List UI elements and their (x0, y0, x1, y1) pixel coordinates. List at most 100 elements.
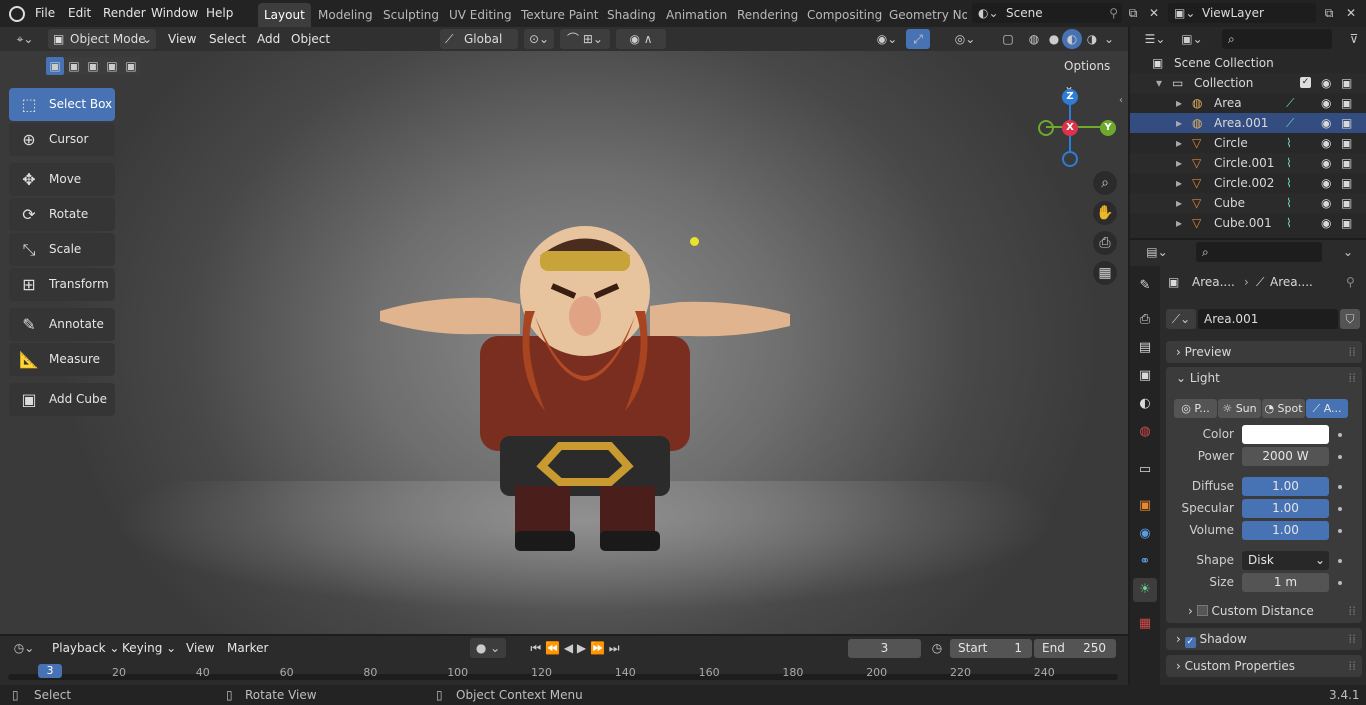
shadow-checkbox[interactable]: ✓ (1184, 637, 1196, 648)
record-icon[interactable]: ● ⌄ (470, 638, 506, 658)
start-frame-field[interactable]: Start 1 (950, 639, 1032, 658)
eye-icon[interactable]: ◉ (1321, 193, 1331, 213)
tab-sculpting[interactable]: Sculpting (377, 3, 445, 27)
tool-rotate[interactable]: ⟳ Rotate (9, 198, 115, 231)
view-layer-tab-icon[interactable]: ▣ (1133, 364, 1157, 388)
diffuse-slider[interactable]: 1.00 (1242, 477, 1329, 496)
solid-shading-icon[interactable]: ● (1044, 29, 1064, 49)
eye-icon[interactable]: ◉ (1321, 133, 1331, 153)
menu-add[interactable]: Add (251, 27, 286, 51)
menu-help[interactable]: Help (200, 0, 239, 27)
tab-compositing[interactable]: Compositing (801, 3, 888, 27)
expand-arrow-icon[interactable]: ▸ (1176, 193, 1182, 213)
object-tab-icon[interactable]: ▣ (1133, 494, 1157, 518)
camera-render-icon[interactable]: ▣ (1341, 173, 1352, 193)
tab-shading[interactable]: Shading (601, 3, 662, 27)
tool-scale[interactable]: ⤡ Scale (9, 233, 115, 266)
overlays-icon[interactable]: ◎⌄ (950, 29, 980, 49)
eye-icon[interactable]: ◉ (1321, 153, 1331, 173)
next-keyframe-icon[interactable]: ⏩ (590, 641, 605, 655)
output-tab-icon[interactable]: ▤ (1133, 336, 1157, 360)
tool-add-cube[interactable]: ▣ Add Cube (9, 383, 115, 416)
grid-icon[interactable]: ▦ (1093, 261, 1117, 285)
collection-tab-icon[interactable]: ▭ (1133, 458, 1157, 482)
tab-uv-editing[interactable]: UV Editing (443, 3, 518, 27)
menu-edit[interactable]: Edit (62, 0, 97, 27)
expand-arrow-icon[interactable]: ▸ (1176, 93, 1182, 113)
eye-icon[interactable]: ◉ (1321, 93, 1331, 113)
tab-geometry-nodes[interactable]: Geometry Noc (883, 3, 967, 27)
menu-view[interactable]: View (162, 27, 202, 51)
camera-render-icon[interactable]: ▣ (1341, 193, 1352, 213)
prev-keyframe-icon[interactable]: ⏪ (545, 641, 560, 655)
menu-timeline-view[interactable]: View (180, 638, 220, 658)
menu-render[interactable]: Render (97, 0, 152, 27)
drag-handle-icon[interactable]: ⁞⁞ (1348, 601, 1356, 621)
drag-handle-icon[interactable]: ⁞⁞ (1348, 341, 1356, 363)
mesh-data-icon[interactable]: ⌇ (1286, 153, 1292, 173)
blender-logo-icon[interactable] (9, 6, 25, 22)
custom-distance-subpanel[interactable]: › Custom Distance (1188, 601, 1314, 621)
keyframe-dot[interactable] (1338, 529, 1342, 533)
pin-icon[interactable]: ⚲ (1109, 3, 1118, 23)
mesh-data-icon[interactable]: ⌇ (1286, 193, 1292, 213)
tool-measure[interactable]: 📐 Measure (9, 343, 115, 376)
navigation-gizmo[interactable]: Z Y X (1038, 89, 1118, 169)
keyframe-dot[interactable] (1338, 581, 1342, 585)
eye-icon[interactable]: ◉ (1321, 113, 1331, 133)
gizmo-z-axis[interactable]: Z (1062, 89, 1078, 105)
tool-annotate[interactable]: ✎ Annotate (9, 308, 115, 341)
delete-view-layer-icon[interactable]: ✕ (1340, 3, 1362, 23)
outliner-row[interactable]: ▸ ◍ Area ⟋ ◉ ▣ (1130, 93, 1366, 113)
rendered-shading-icon[interactable]: ◑ (1082, 29, 1102, 49)
end-frame-field[interactable]: End 250 (1034, 639, 1116, 658)
outliner-row[interactable]: ▸ ▽ Circle ⌇ ◉ ▣ (1130, 133, 1366, 153)
menu-keying[interactable]: Keying ⌄ (116, 638, 182, 658)
texture-tab-icon[interactable]: ▦ (1133, 612, 1157, 636)
render-tab-icon[interactable]: ⎙ (1133, 308, 1157, 332)
orientation-dropdown[interactable]: ⟋ Global (440, 29, 518, 49)
expand-arrow-icon[interactable]: ▸ (1176, 133, 1182, 153)
mode-dropdown[interactable]: ▣ Object Mode ⌄ (48, 29, 156, 49)
outliner-search-input[interactable]: ⌕ (1222, 29, 1332, 49)
shape-dropdown[interactable]: Disk ⌄ (1242, 551, 1329, 570)
gizmo-neg-z[interactable] (1062, 151, 1078, 167)
pan-hand-icon[interactable]: ✋ (1093, 201, 1117, 225)
mesh-data-icon[interactable]: ⌇ (1286, 133, 1292, 153)
zoom-icon[interactable]: ⌕ (1093, 171, 1117, 195)
outliner-collection[interactable]: ▾ ▭ Collection ✓ ◉ ▣ (1130, 73, 1366, 93)
visibility-icon[interactable]: ◉⌄ (872, 29, 902, 49)
drag-handle-icon[interactable]: ⁞⁞ (1348, 367, 1356, 389)
menu-file[interactable]: File (29, 0, 61, 27)
jump-start-icon[interactable]: ⏮ (530, 641, 541, 655)
select-invert-icon[interactable]: ▣ (103, 57, 121, 75)
light-panel-header[interactable]: ⌄ Light (1176, 367, 1220, 389)
scene-tab-icon[interactable]: ◐ (1133, 392, 1157, 416)
gizmo-x-axis[interactable]: X (1062, 120, 1078, 136)
preview-panel-header[interactable]: › Preview ⁞⁞ (1166, 341, 1362, 363)
sidebar-toggle-icon[interactable]: ‹ (1119, 95, 1123, 106)
size-field[interactable]: 1 m (1242, 573, 1329, 592)
stopwatch-icon[interactable]: ◷ (928, 638, 946, 658)
expand-arrow-icon[interactable]: ▾ (1156, 73, 1162, 93)
keyframe-dot[interactable] (1338, 559, 1342, 563)
current-frame-field[interactable]: 3 (848, 639, 921, 658)
color-swatch[interactable] (1242, 425, 1329, 444)
properties-search-input[interactable]: ⌕ (1196, 242, 1322, 262)
mesh-data-icon[interactable]: ⌇ (1286, 213, 1292, 233)
view-layer-selector[interactable]: ▣⌄ ViewLayer (1168, 3, 1316, 23)
select-intersect-icon[interactable]: ▣ (122, 57, 140, 75)
tab-animation[interactable]: Animation (660, 3, 733, 27)
outliner-scene-collection[interactable]: ▣ Scene Collection (1130, 53, 1366, 73)
light-data-tab-icon[interactable]: ☀ (1133, 578, 1157, 602)
new-view-layer-icon[interactable]: ⧉ (1318, 3, 1340, 23)
expand-arrow-icon[interactable]: ▸ (1176, 153, 1182, 173)
select-extend-icon[interactable]: ▣ (65, 57, 83, 75)
outliner-row[interactable]: ▸ ◍ Area.001 ⟋ ◉ ▣ (1130, 113, 1366, 133)
tool-cursor[interactable]: ⊕ Cursor (9, 123, 115, 156)
custom-properties-panel-header[interactable]: › Custom Properties ⁞⁞ (1166, 655, 1362, 677)
options-dropdown[interactable]: Options ⌄ (1058, 56, 1120, 93)
outliner-type-icon[interactable]: ☰⌄ (1140, 29, 1170, 49)
wireframe-shading-icon[interactable]: ◍ (1024, 29, 1044, 49)
tool-select-box[interactable]: ⬚ Select Box (9, 88, 115, 121)
